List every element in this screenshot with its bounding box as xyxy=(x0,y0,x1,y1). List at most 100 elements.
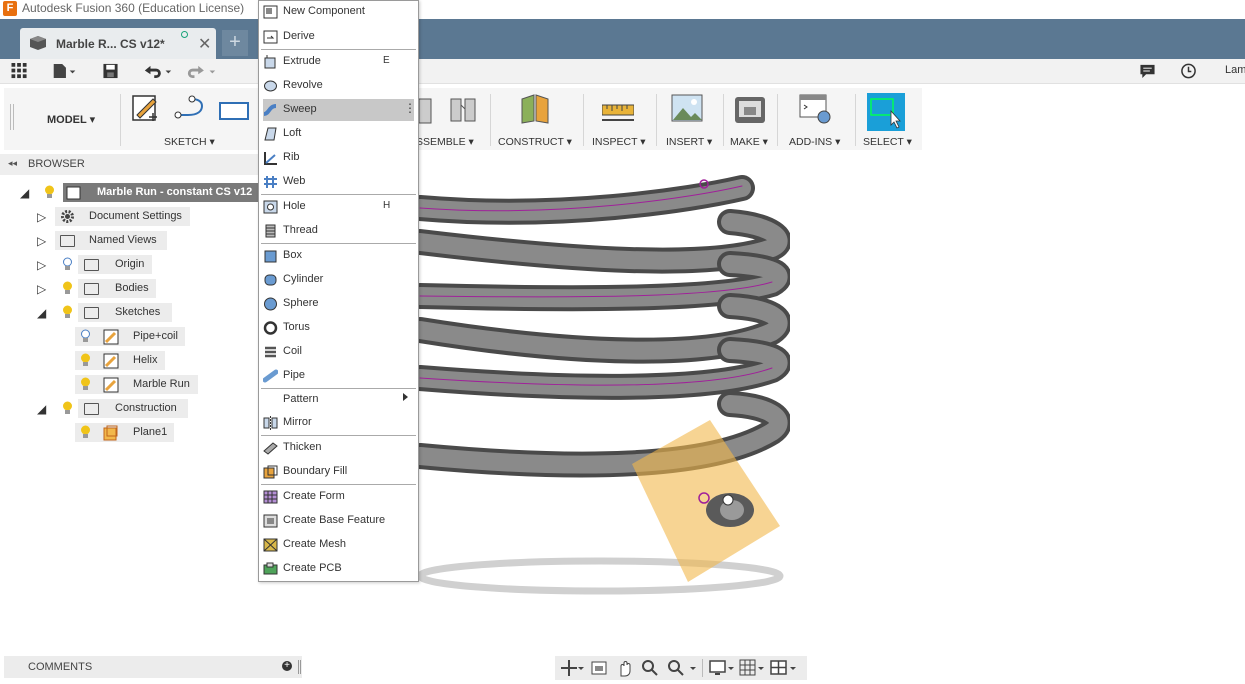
pan-icon[interactable] xyxy=(616,659,634,677)
menu-item-pipe[interactable]: Pipe xyxy=(259,365,418,387)
zoom-icon[interactable] xyxy=(641,659,661,677)
zoom-window-icon[interactable] xyxy=(667,659,697,677)
redo-icon[interactable] xyxy=(186,63,218,79)
menu-item-torus[interactable]: Torus xyxy=(259,317,418,339)
menu-item-cylinder[interactable]: Cylinder xyxy=(259,269,418,291)
menu-item-pattern[interactable]: Pattern xyxy=(259,389,418,411)
menu-item-thicken[interactable]: Thicken xyxy=(259,437,418,459)
menu-item-create-pcb[interactable]: Create PCB xyxy=(259,558,418,580)
comment-icon[interactable] xyxy=(1139,63,1156,79)
grid-icon[interactable] xyxy=(11,63,28,79)
tree-item-origin[interactable]: ▷ Origin xyxy=(0,255,258,275)
tree-item-document-settings[interactable]: ▷ Document Settings xyxy=(0,207,258,227)
browser-root-node[interactable]: ◢ Marble Run - constant CS v12 xyxy=(0,183,258,203)
bulb-icon[interactable] xyxy=(62,305,73,319)
create-sketch-icon[interactable] xyxy=(131,93,161,125)
tree-item-pipe-coil[interactable]: Pipe+coil xyxy=(0,327,258,347)
tree-item-sketches[interactable]: ◢ Sketches xyxy=(0,303,258,323)
more-options-icon[interactable]: ⋮ xyxy=(404,101,416,115)
menu-item-new-component[interactable]: New Component xyxy=(259,1,418,23)
save-icon[interactable] xyxy=(102,63,119,79)
construct-plane-icon[interactable] xyxy=(518,93,552,125)
bulb-icon[interactable] xyxy=(80,329,91,343)
add-ins-menu[interactable]: ADD-INS ▾ xyxy=(789,136,840,148)
tree-item-construction[interactable]: ◢ Construction xyxy=(0,399,258,419)
menu-item-derive[interactable]: Derive xyxy=(259,26,418,48)
menu-item-mirror[interactable]: Mirror xyxy=(259,412,418,434)
file-icon[interactable] xyxy=(52,63,78,79)
assemble-menu[interactable]: SSEMBLE ▾ xyxy=(416,136,474,148)
tree-item-plane1[interactable]: Plane1 xyxy=(0,423,258,443)
menu-item-web[interactable]: Web xyxy=(259,171,418,193)
new-tab-button[interactable]: + xyxy=(222,30,248,56)
assemble-icon[interactable] xyxy=(417,93,433,125)
ribbon-grip[interactable] xyxy=(10,104,14,130)
menu-item-sphere[interactable]: Sphere xyxy=(259,293,418,315)
rectangle-icon[interactable] xyxy=(218,93,250,125)
line-icon[interactable] xyxy=(174,93,210,125)
add-comment-button[interactable]: + xyxy=(282,661,292,671)
tree-item-helix[interactable]: Helix xyxy=(0,351,258,371)
bulb-icon[interactable] xyxy=(44,185,55,199)
insert-image-icon[interactable] xyxy=(671,93,703,125)
expand-toggle-icon[interactable]: ▷ xyxy=(37,258,46,272)
make-menu[interactable]: MAKE ▾ xyxy=(730,136,768,148)
tree-item-marble-run[interactable]: Marble Run xyxy=(0,375,258,395)
comments-panel[interactable]: COMMENTS + xyxy=(4,656,302,678)
menu-item-loft[interactable]: Loft xyxy=(259,123,418,145)
insert-menu[interactable]: INSERT ▾ xyxy=(666,136,712,148)
menu-item-boundary-fill[interactable]: Boundary Fill xyxy=(259,461,418,483)
display-settings-icon[interactable] xyxy=(709,659,735,677)
tree-item-bodies[interactable]: ▷ Bodies xyxy=(0,279,258,299)
sync-status-icon xyxy=(181,31,188,38)
menu-item-extrude[interactable]: Extrude E xyxy=(259,51,418,73)
menu-item-revolve[interactable]: Revolve xyxy=(259,75,418,97)
user-name[interactable]: Lam xyxy=(1225,64,1245,76)
menu-item-sweep[interactable]: Sweep ⋮ xyxy=(263,99,416,121)
inspect-menu[interactable]: INSPECT ▾ xyxy=(592,136,646,148)
workspace-switcher[interactable]: MODEL ▾ xyxy=(47,113,95,126)
menu-item-create-mesh[interactable]: Create Mesh xyxy=(259,534,418,556)
document-tab[interactable]: Marble R... CS v12* ✕ xyxy=(20,28,216,59)
look-at-icon[interactable] xyxy=(591,659,607,677)
expand-toggle-icon[interactable]: ▷ xyxy=(37,234,46,248)
close-tab-button[interactable]: ✕ xyxy=(198,34,211,54)
clock-icon[interactable] xyxy=(1180,63,1197,79)
construct-menu[interactable]: CONSTRUCT ▾ xyxy=(498,136,572,148)
viewport-icon[interactable] xyxy=(770,659,798,677)
menu-item-create-form[interactable]: Create Form xyxy=(259,486,418,508)
select-icon[interactable] xyxy=(867,93,905,131)
expand-toggle-icon[interactable]: ▷ xyxy=(37,282,46,296)
expand-toggle-icon[interactable]: ◢ xyxy=(37,306,46,320)
bulb-icon[interactable] xyxy=(62,281,73,295)
select-menu[interactable]: SELECT ▾ xyxy=(863,136,912,148)
bulb-icon[interactable] xyxy=(62,401,73,415)
tree-item-named-views[interactable]: ▷ Named Views xyxy=(0,231,258,251)
menu-item-create-base-feature[interactable]: Create Base Feature xyxy=(259,510,418,532)
joint-icon[interactable] xyxy=(447,93,481,125)
menu-item-coil[interactable]: Coil xyxy=(259,341,418,363)
orbit-icon[interactable] xyxy=(560,659,584,677)
3d-print-icon[interactable] xyxy=(734,93,766,125)
bulb-icon[interactable] xyxy=(80,377,91,391)
bulb-icon[interactable] xyxy=(80,425,91,439)
expand-toggle-icon[interactable]: ▷ xyxy=(37,210,46,224)
bulb-icon[interactable] xyxy=(80,353,91,367)
expand-toggle-icon[interactable]: ◢ xyxy=(20,186,29,200)
menu-item-hole[interactable]: Hole H xyxy=(259,196,418,218)
sketch-menu[interactable]: SKETCH ▾ xyxy=(164,136,215,148)
collapse-browser-icon[interactable]: ◂◂ xyxy=(8,158,17,169)
torus-icon xyxy=(263,321,278,335)
menu-item-rib[interactable]: Rib xyxy=(259,147,418,169)
expand-toggle-icon[interactable]: ◢ xyxy=(37,402,46,416)
scripts-icon[interactable] xyxy=(799,93,833,125)
bulb-icon[interactable] xyxy=(62,257,73,271)
browser-header[interactable]: ◂◂ BROWSER xyxy=(0,154,258,175)
menu-item-box[interactable]: Box xyxy=(259,245,418,267)
undo-icon[interactable] xyxy=(142,63,174,79)
helix-model-viewport[interactable] xyxy=(410,170,790,600)
panel-grip[interactable] xyxy=(298,660,301,674)
menu-item-thread[interactable]: Thread xyxy=(259,220,418,242)
measure-icon[interactable] xyxy=(602,93,634,125)
grid-display-icon[interactable] xyxy=(739,659,765,677)
